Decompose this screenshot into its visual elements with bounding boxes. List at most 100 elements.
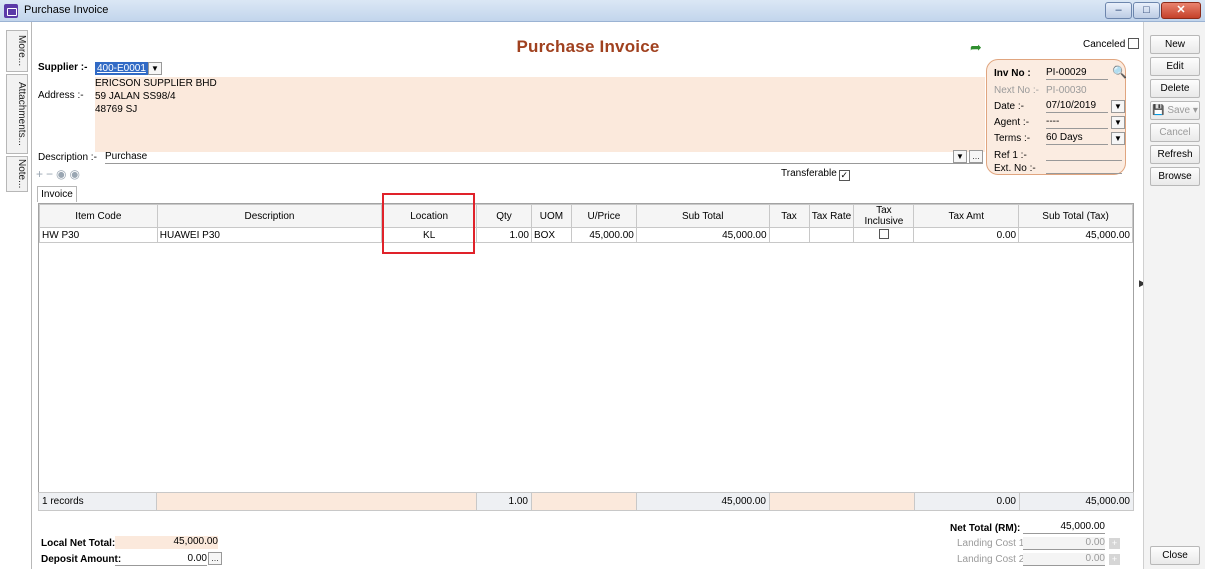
grid-header-row: Item Code Description Location Qty UOM U… xyxy=(39,204,1133,228)
cell-uprice[interactable]: 45,000.00 xyxy=(570,227,637,243)
footer-tax-amt: 0.00 xyxy=(914,492,1020,511)
checkbox-icon[interactable] xyxy=(878,228,889,239)
address-line-2[interactable]: 48769 SJ xyxy=(95,103,985,116)
col-tax[interactable]: Tax xyxy=(768,204,810,228)
share-arrow-icon[interactable]: ➦ xyxy=(970,39,982,56)
save-button[interactable]: 💾 Save ▾ xyxy=(1150,101,1200,120)
cell-subtotal-tax[interactable]: 45,000.00 xyxy=(1018,227,1133,243)
footer-qty: 1.00 xyxy=(476,492,532,511)
address-line-1[interactable]: 59 JALAN SS98/4 xyxy=(95,90,985,103)
ref1-label: Ref 1 :- xyxy=(994,150,1027,161)
landing-cost-1-more-icon[interactable]: + xyxy=(1109,538,1120,549)
move-up-icon[interactable]: ◉ xyxy=(56,167,66,181)
cell-uom[interactable]: BOX xyxy=(530,227,572,243)
search-icon[interactable]: 🔍 xyxy=(1112,65,1127,79)
deposit-more-icon[interactable]: … xyxy=(208,552,222,565)
agent-label: Agent :- xyxy=(994,117,1030,128)
footer-spacer xyxy=(156,492,477,511)
cell-subtotal[interactable]: 45,000.00 xyxy=(635,227,770,243)
supplier-code-input[interactable]: 400-E0001 xyxy=(95,62,148,75)
local-net-total-label: Local Net Total: xyxy=(41,538,116,549)
landing-cost-2-input[interactable]: 0.00 xyxy=(1023,553,1105,566)
col-item-code[interactable]: Item Code xyxy=(39,204,158,228)
row-toolbar: + − ◉ ◉ xyxy=(36,167,80,181)
col-description[interactable]: Description xyxy=(156,204,383,228)
cancelled-checkbox[interactable]: Canceled xyxy=(1083,38,1140,50)
grid-footer: 1 records 1.00 45,000.00 0.00 45,000.00 xyxy=(38,492,1134,511)
ref1-input[interactable] xyxy=(1046,148,1122,161)
cell-qty[interactable]: 1.00 xyxy=(476,227,532,243)
action-panel: New Edit Delete 💾 Save ▾ Cancel Refresh … xyxy=(1143,22,1205,569)
terms-dropdown-icon[interactable]: ▼ xyxy=(1111,132,1125,145)
terms-label: Terms :- xyxy=(994,133,1031,144)
table-row[interactable]: HW P30 HUAWEI P30 KL 1.00 BOX 45,000.00 … xyxy=(39,227,1133,243)
tab-more[interactable]: More... xyxy=(6,30,28,72)
terms-input[interactable]: 60 Days xyxy=(1046,132,1108,145)
cell-tax-inclusive[interactable] xyxy=(853,227,915,243)
close-window-button[interactable]: ✕ xyxy=(1161,2,1201,19)
delete-button[interactable]: Delete xyxy=(1150,79,1200,98)
deposit-amount-input[interactable]: 0.00 xyxy=(115,553,207,566)
close-button[interactable]: Close xyxy=(1150,546,1200,565)
minimize-button[interactable]: – xyxy=(1105,2,1132,19)
window-titlebar: Purchase Invoice – □ ✕ xyxy=(0,0,1205,22)
remove-row-icon[interactable]: − xyxy=(46,167,53,181)
chevron-down-icon[interactable]: ▼ xyxy=(148,62,162,75)
checkbox-icon[interactable] xyxy=(1128,38,1140,49)
add-row-icon[interactable]: + xyxy=(36,167,43,181)
save-icon: 💾 xyxy=(1152,105,1165,116)
cancelled-label: Canceled xyxy=(1083,39,1126,50)
agent-dropdown-icon[interactable]: ▼ xyxy=(1111,116,1125,129)
save-label: Save xyxy=(1167,105,1191,116)
description-label: Description :- xyxy=(38,152,97,163)
deposit-amount-label: Deposit Amount: xyxy=(41,554,122,565)
next-no-value: PI-00030 xyxy=(1046,85,1087,96)
new-button[interactable]: New xyxy=(1150,35,1200,54)
cell-tax-rate[interactable] xyxy=(808,227,855,243)
cell-tax[interactable] xyxy=(768,227,810,243)
side-tab-strip: More... Attachments... Note... xyxy=(0,22,32,569)
col-qty[interactable]: Qty xyxy=(476,204,532,228)
app-icon xyxy=(4,4,18,18)
description-dropdown-icon[interactable]: ▼ xyxy=(953,150,967,163)
cell-item-code[interactable]: HW P30 xyxy=(39,227,158,243)
inv-no-input[interactable]: PI-00029 xyxy=(1046,67,1108,80)
cell-tax-amt[interactable]: 0.00 xyxy=(913,227,1020,243)
cancel-button[interactable]: Cancel xyxy=(1150,123,1200,142)
supplier-name[interactable]: ERICSON SUPPLIER BHD xyxy=(95,77,985,90)
landing-cost-1-input[interactable]: 0.00 xyxy=(1023,537,1105,550)
tab-attachments[interactable]: Attachments... xyxy=(6,74,28,154)
browse-button[interactable]: Browse xyxy=(1150,167,1200,186)
maximize-button[interactable]: □ xyxy=(1133,2,1160,19)
move-down-icon[interactable]: ◉ xyxy=(70,167,80,181)
cell-description[interactable]: HUAWEI P30 xyxy=(156,227,383,243)
footer-subtotal: 45,000.00 xyxy=(636,492,770,511)
landing-cost-2-more-icon[interactable]: + xyxy=(1109,554,1120,565)
date-input[interactable]: 07/10/2019 xyxy=(1046,100,1108,113)
transferable-checkbox[interactable]: Transferable ✓ xyxy=(781,168,850,181)
col-tax-amt[interactable]: Tax Amt xyxy=(913,204,1020,228)
window-title: Purchase Invoice xyxy=(24,4,109,16)
refresh-button[interactable]: Refresh xyxy=(1150,145,1200,164)
footer-spacer xyxy=(769,492,915,511)
edit-button[interactable]: Edit xyxy=(1150,57,1200,76)
footer-subtotal-tax: 45,000.00 xyxy=(1019,492,1134,511)
col-uom[interactable]: UOM xyxy=(530,204,572,228)
col-subtotal-tax[interactable]: Sub Total (Tax) xyxy=(1018,204,1133,228)
col-tax-inclusive[interactable]: Tax Inclusive xyxy=(853,204,915,228)
col-tax-rate[interactable]: Tax Rate xyxy=(808,204,855,228)
date-label: Date :- xyxy=(994,101,1025,112)
transferable-label: Transferable xyxy=(781,168,837,179)
description-input[interactable]: Purchase xyxy=(105,151,983,164)
col-subtotal[interactable]: Sub Total xyxy=(635,204,770,228)
date-dropdown-icon[interactable]: ▼ xyxy=(1111,100,1125,113)
tab-invoice[interactable]: Invoice xyxy=(37,186,77,202)
check-icon[interactable]: ✓ xyxy=(838,170,850,181)
agent-input[interactable]: ---- xyxy=(1046,116,1108,129)
inv-no-label: Inv No : xyxy=(994,68,1031,79)
invoice-form: Purchase Invoice ➦ Canceled Supplier :- … xyxy=(33,22,1143,569)
extno-input[interactable] xyxy=(1046,161,1122,174)
description-more-icon[interactable]: … xyxy=(969,150,983,163)
tab-note[interactable]: Note... xyxy=(6,156,28,192)
col-uprice[interactable]: U/Price xyxy=(570,204,637,228)
